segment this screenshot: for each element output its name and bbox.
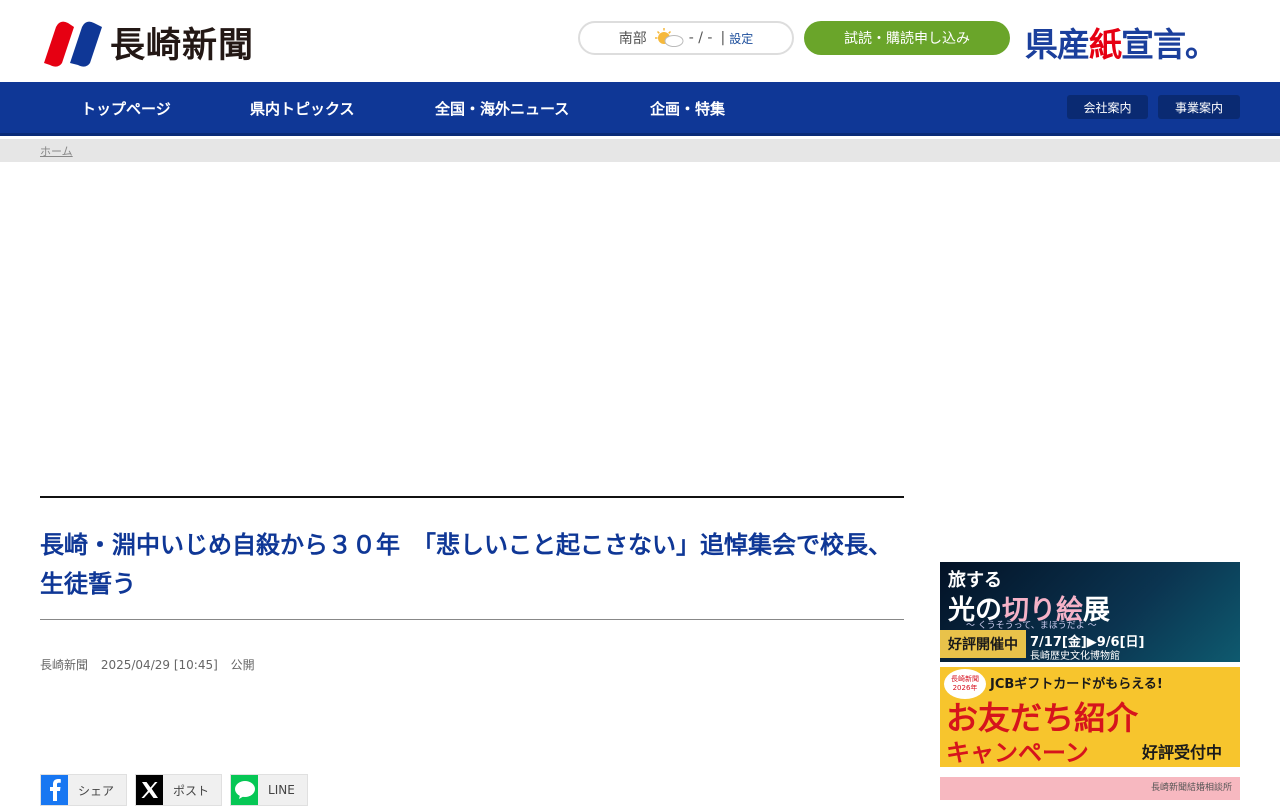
main-nav: トップページ 県内トピックス 全国・海外ニュース 企画・特集 会社案内 事業案内	[0, 82, 1280, 136]
article-datetime: 2025/04/29 [10:45]	[100, 658, 218, 672]
article-source: 長崎新聞	[40, 658, 89, 672]
partly-sunny-icon	[654, 28, 684, 47]
nav-item-local-topics[interactable]: 県内トピックス	[250, 98, 355, 119]
headline-top-rule	[40, 496, 904, 498]
line-icon	[231, 775, 259, 805]
nav-item-national-world[interactable]: 全国・海外ニュース	[435, 98, 569, 119]
logo-mark-icon	[44, 21, 102, 67]
line-share-button[interactable]: LINE	[230, 774, 308, 806]
line-share-label: LINE	[268, 783, 295, 797]
banner3-label: 長崎新聞結婚相談所	[1150, 783, 1232, 793]
subscribe-button[interactable]: 試読・購読申し込み	[804, 21, 1010, 55]
weather-widget: 南部 - / - | 設定	[578, 21, 794, 55]
x-post-button[interactable]: ポスト	[135, 774, 223, 806]
weather-separator: |	[720, 30, 726, 46]
banner1-status: 好評開催中	[940, 630, 1026, 658]
breadcrumb-home-link[interactable]: ホーム	[40, 143, 73, 159]
share-buttons: シェア ポスト LINE	[40, 774, 316, 806]
x-icon	[136, 775, 164, 805]
declaration-part1: 県産	[1025, 25, 1090, 64]
facebook-icon	[41, 775, 68, 805]
declaration-part2: 紙	[1089, 25, 1122, 64]
business-info-button[interactable]: 事業案内	[1158, 95, 1240, 119]
logo-text: 長崎新聞	[110, 26, 255, 66]
headline-bottom-rule	[40, 619, 904, 620]
company-info-button[interactable]: 会社案内	[1067, 95, 1148, 119]
marriage-agency-banner[interactable]: 長崎新聞結婚相談所	[940, 777, 1240, 800]
nav-item-features[interactable]: 企画・特集	[650, 98, 725, 119]
banner2-status: 好評受付中	[1142, 743, 1223, 762]
article-headline: 長崎・淵中いじめ自殺から３０年 「悲しいこと起こさない」追悼集会で校長、生徒誓う	[40, 531, 892, 598]
site-header: 長崎新聞 南部 - / - | 設定 試読・購読申し込み 県産紙宣言。	[0, 0, 1280, 82]
kirie-exhibition-banner[interactable]: 旅する 光の切り絵展 〜 くうそうって、まほうだよ 〜 好評開催中 7/17[金…	[940, 562, 1240, 662]
site-logo[interactable]: 長崎新聞	[40, 17, 254, 68]
breadcrumb: ホーム	[0, 139, 1280, 162]
nav-item-top[interactable]: トップページ	[81, 98, 171, 119]
article-meta: 長崎新聞 2025/04/29 [10:45] 公開	[40, 656, 264, 673]
weather-region: 南部	[618, 31, 647, 47]
friend-referral-banner[interactable]: 長崎新聞 2026年 JCBギフトカードがもらえる! お友だち紹介 キャンペーン…	[940, 667, 1240, 767]
declaration-banner[interactable]: 県産紙宣言。	[1025, 18, 1218, 66]
declaration-part3: 宣言。	[1121, 25, 1218, 64]
article-status: 公開	[230, 658, 255, 672]
facebook-share-label: シェア	[78, 783, 115, 798]
weather-temperature: - / -	[688, 30, 713, 46]
banner1-venue: 長崎歴史文化博物館	[1030, 651, 1120, 662]
banner2-line3: キャンペーン	[946, 739, 1089, 767]
banner2-line1: JCBギフトカードがもらえる!	[990, 677, 1163, 692]
facebook-share-button[interactable]: シェア	[40, 774, 128, 806]
x-post-label: ポスト	[173, 783, 210, 798]
weather-setting-link[interactable]: 設定	[729, 30, 753, 47]
